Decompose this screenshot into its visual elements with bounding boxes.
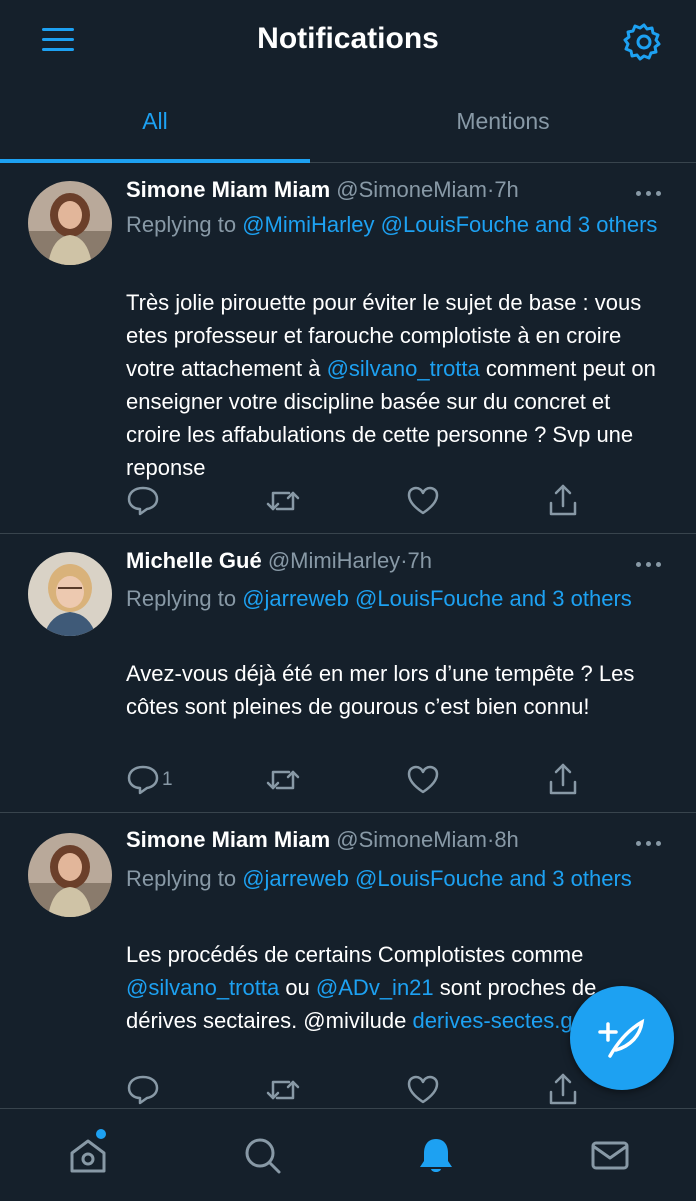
tweet-header: Simone Miam Miam @SimoneMiam·7h (126, 177, 519, 203)
replying-to-others[interactable]: and 3 others (535, 212, 657, 237)
notification-tabs: All Mentions (0, 82, 696, 163)
avatar[interactable] (28, 833, 112, 917)
tab-mentions[interactable]: Mentions (348, 108, 658, 135)
tweet-text-part: Les procédés de certains Complotistes co… (126, 942, 584, 967)
home-notification-dot (96, 1129, 106, 1139)
share-icon[interactable] (543, 1070, 583, 1110)
bell-icon[interactable] (414, 1133, 458, 1177)
replying-to-line: Replying to @jarreweb @LouisFouche and 3… (126, 581, 666, 616)
tweet-actions: 1 (0, 760, 696, 800)
mention-link[interactable]: @silvano_trotta (126, 975, 279, 1000)
tweet-text: Très jolie pirouette pour éviter le suje… (126, 286, 671, 484)
mail-icon[interactable] (588, 1133, 632, 1177)
separator-dot: · (400, 548, 408, 573)
more-options-icon[interactable] (636, 189, 666, 199)
gear-icon[interactable] (622, 20, 666, 64)
compose-tweet-button[interactable] (570, 986, 674, 1090)
tweet-item[interactable]: Michelle Gué @MimiHarley·7h Replying to … (0, 534, 696, 813)
replying-to-label: Replying to (126, 866, 237, 891)
timestamp: 7h (407, 548, 432, 573)
user-handle[interactable]: @MimiHarley (268, 548, 400, 573)
retweet-icon[interactable] (263, 481, 303, 521)
share-icon[interactable] (543, 481, 583, 521)
reply-icon[interactable] (123, 1070, 163, 1110)
retweet-icon[interactable] (263, 1070, 303, 1110)
replying-to-label: Replying to (126, 586, 237, 611)
tweet-text: Avez-vous déjà été en mer lors d’une tem… (126, 657, 671, 723)
retweet-icon[interactable] (263, 760, 303, 800)
tweet-header: Simone Miam Miam @SimoneMiam·8h (126, 827, 519, 853)
display-name[interactable]: Simone Miam Miam (126, 177, 330, 202)
reply-count: 1 (162, 769, 173, 790)
replying-to-users[interactable]: @jarreweb @LouisFouche (242, 586, 503, 611)
reply-icon[interactable] (123, 481, 163, 521)
replying-to-others[interactable]: and 3 others (509, 586, 631, 611)
tweet-actions (0, 481, 696, 521)
share-icon[interactable] (543, 760, 583, 800)
tweet-item[interactable]: Simone Miam Miam @SimoneMiam·7h Replying… (0, 163, 696, 534)
replying-to-line: Replying to @jarreweb @LouisFouche and 3… (126, 861, 666, 896)
like-icon[interactable] (403, 760, 443, 800)
mention-link[interactable]: @ADv_in21 (316, 975, 434, 1000)
timestamp: 8h (494, 827, 519, 852)
reply-icon[interactable] (123, 760, 163, 800)
search-icon[interactable] (240, 1133, 284, 1177)
more-options-icon[interactable] (636, 560, 666, 570)
home-icon[interactable] (66, 1133, 110, 1177)
more-options-icon[interactable] (636, 839, 666, 849)
replying-to-users[interactable]: @MimiHarley @LouisFouche (242, 212, 529, 237)
avatar[interactable] (28, 181, 112, 265)
avatar[interactable] (28, 552, 112, 636)
mention-link[interactable]: @silvano_trotta (327, 356, 480, 381)
tweet-text-part: ou (285, 975, 310, 1000)
like-icon[interactable] (403, 481, 443, 521)
bottom-nav (0, 1108, 696, 1201)
like-icon[interactable] (403, 1070, 443, 1110)
display-name[interactable]: Simone Miam Miam (126, 827, 330, 852)
tweet-text-part: Avez-vous déjà été en mer lors d’une tem… (126, 661, 635, 719)
top-bar: Notifications (0, 0, 696, 82)
replying-to-line: Replying to @MimiHarley @LouisFouche and… (126, 207, 666, 242)
page-title: Notifications (257, 22, 439, 55)
replying-to-others[interactable]: and 3 others (509, 866, 631, 891)
replying-to-users[interactable]: @jarreweb @LouisFouche (242, 866, 503, 891)
tab-all[interactable]: All (0, 108, 310, 135)
user-handle[interactable]: @SimoneMiam (336, 177, 487, 202)
compose-tweet-icon (598, 1018, 645, 1058)
user-handle[interactable]: @SimoneMiam (336, 827, 487, 852)
display-name[interactable]: Michelle Gué (126, 548, 262, 573)
tweet-header: Michelle Gué @MimiHarley·7h (126, 548, 432, 574)
replying-to-label: Replying to (126, 212, 237, 237)
timestamp: 7h (494, 177, 519, 202)
